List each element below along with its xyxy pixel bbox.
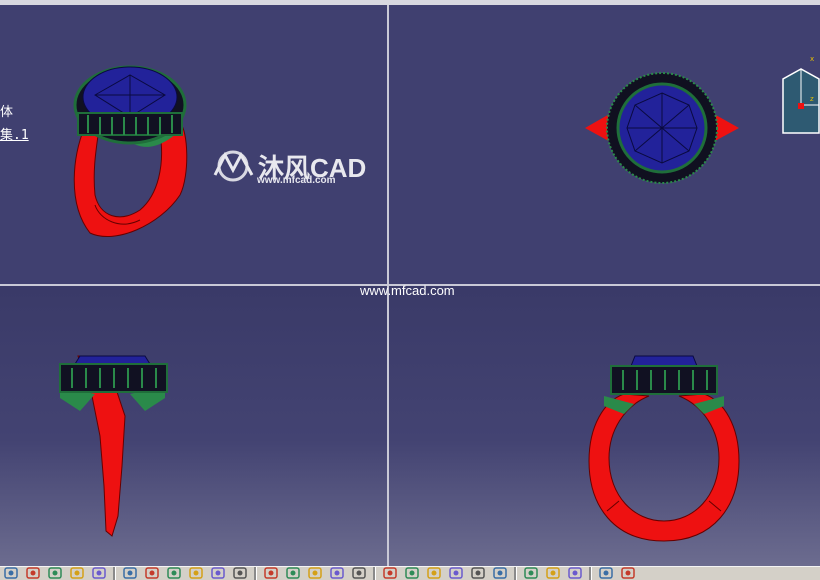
- fit-all-icon[interactable]: [144, 567, 160, 580]
- viewport-top[interactable]: x z: [389, 5, 820, 284]
- rotate-icon[interactable]: [188, 567, 204, 580]
- ruler-icon[interactable]: [448, 567, 464, 580]
- update-icon[interactable]: [523, 567, 539, 580]
- open-icon[interactable]: [25, 567, 41, 580]
- toolbar-separator: [254, 567, 257, 580]
- ring-isometric-view: [73, 65, 188, 238]
- cut-icon[interactable]: [122, 567, 138, 580]
- bottom-toolbar: [0, 566, 820, 580]
- redo-icon[interactable]: [69, 567, 85, 580]
- ring-side-view: [59, 355, 168, 537]
- spec-tree-item-set[interactable]: 集.1: [0, 124, 29, 143]
- toolbar-separator: [113, 567, 116, 580]
- settings-icon[interactable]: [620, 567, 636, 580]
- viewport-isometric[interactable]: 体 集.1 沐风CAD www.mfcad.com: [0, 5, 387, 284]
- watermark-site-center: www.mfcad.com: [360, 283, 455, 298]
- zoom-icon[interactable]: [210, 567, 226, 580]
- analysis-icon[interactable]: [470, 567, 486, 580]
- cube-icon[interactable]: [285, 567, 301, 580]
- ring-top-view: [585, 72, 739, 184]
- toolbar-separator: [514, 567, 517, 580]
- light-icon[interactable]: [492, 567, 508, 580]
- viewport-front[interactable]: [389, 286, 820, 566]
- toolbar-separator: [373, 567, 376, 580]
- tool-icon[interactable]: [567, 567, 583, 580]
- grid-icon[interactable]: [404, 567, 420, 580]
- spec-tree-item-body[interactable]: 体: [0, 101, 13, 120]
- section-icon[interactable]: [351, 567, 367, 580]
- ring-front-view: [588, 355, 740, 542]
- material-icon[interactable]: [329, 567, 345, 580]
- distance-icon[interactable]: [545, 567, 561, 580]
- compass-axis-z: z: [810, 95, 814, 103]
- compass-axis-x: x: [810, 55, 814, 63]
- pan-icon[interactable]: [166, 567, 182, 580]
- measure-icon[interactable]: [382, 567, 398, 580]
- normal-view-icon[interactable]: [263, 567, 279, 580]
- toolbar-separator: [589, 567, 592, 580]
- camera-icon[interactable]: [598, 567, 614, 580]
- viewport-side[interactable]: [0, 286, 387, 566]
- render-icon[interactable]: [307, 567, 323, 580]
- watermark-site-small: www.mfcad.com: [257, 175, 336, 186]
- snap-icon[interactable]: [426, 567, 442, 580]
- compass-icon[interactable]: x z: [781, 49, 820, 135]
- help-icon[interactable]: [91, 567, 107, 580]
- new-icon[interactable]: [3, 567, 19, 580]
- undo-icon[interactable]: [47, 567, 63, 580]
- fly-icon[interactable]: [232, 567, 248, 580]
